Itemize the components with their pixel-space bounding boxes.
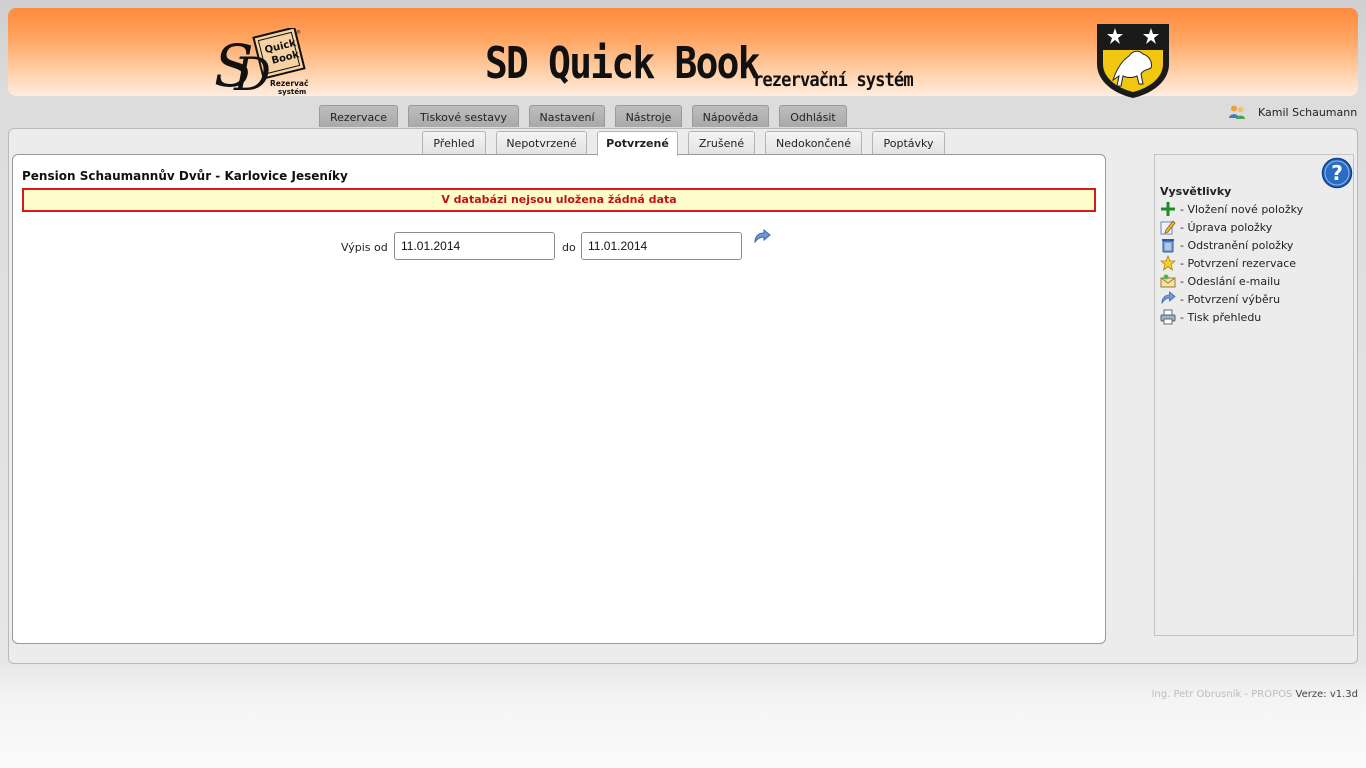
legend-item-edit: - Úprava položky bbox=[1160, 219, 1272, 235]
tab-nastroje[interactable]: Nástroje bbox=[615, 105, 682, 127]
subtab-nepotvrzene[interactable]: Nepotvrzené bbox=[496, 131, 587, 155]
footer: Ing. Petr Obrusník - PROPOS Verze: v1.3d bbox=[1151, 689, 1358, 700]
tab-tiskove-sestavy[interactable]: Tiskové sestavy bbox=[408, 105, 519, 127]
sd-quick-book-logo: Quick Book S D Rezervační systém ® bbox=[214, 28, 308, 98]
coat-of-arms-logo bbox=[1097, 24, 1169, 98]
legend-item-label: - Potvrzení rezervace bbox=[1180, 256, 1297, 270]
app-subtitle: rezervační systém bbox=[753, 69, 914, 91]
tab-napoveda[interactable]: Nápověda bbox=[692, 105, 769, 127]
legend-item-confirm-reservation: - Potvrzení rezervace bbox=[1160, 255, 1296, 271]
date-to-label: do bbox=[562, 241, 576, 254]
trash-icon bbox=[1162, 239, 1174, 253]
help-icon[interactable]: ? bbox=[1321, 157, 1353, 189]
users-icon bbox=[1229, 105, 1245, 119]
date-from-input[interactable] bbox=[394, 232, 555, 260]
legend-item-label: - Odeslání e-mailu bbox=[1180, 274, 1281, 288]
legend-item-label: - Tisk přehledu bbox=[1180, 310, 1262, 324]
footer-author: Ing. Petr Obrusník - PROPOS bbox=[1151, 689, 1293, 700]
legend-item-email: - Odeslání e-mailu bbox=[1160, 273, 1280, 289]
star-icon bbox=[1160, 255, 1176, 271]
header-banner: Quick Book S D Rezervační systém ® SD Qu… bbox=[8, 8, 1358, 98]
plus-icon bbox=[1161, 202, 1175, 216]
main-panel: Pension Schaumannův Dvůr - Karlovice Jes… bbox=[12, 154, 1106, 644]
svg-text:systém: systém bbox=[278, 88, 306, 96]
no-data-message: V databázi nejsou uložena žádná data bbox=[22, 188, 1096, 212]
svg-text:®: ® bbox=[296, 29, 301, 36]
subtab-zrusene[interactable]: Zrušené bbox=[688, 131, 755, 155]
svg-text:?: ? bbox=[1331, 161, 1343, 185]
legend-item-delete: - Odstranění položky bbox=[1160, 237, 1293, 253]
confirm-arrow-icon bbox=[1161, 291, 1176, 305]
legend-item-label: - Odstranění položky bbox=[1180, 238, 1294, 252]
legend-item-insert: - Vložení nové položky bbox=[1160, 201, 1303, 217]
date-to-input[interactable] bbox=[581, 232, 742, 260]
date-range-label: Výpis od bbox=[341, 241, 388, 254]
confirm-selection-icon[interactable] bbox=[752, 229, 772, 247]
pension-title: Pension Schaumannův Dvůr - Karlovice Jes… bbox=[22, 169, 348, 183]
footer-version: Verze: v1.3d bbox=[1295, 689, 1358, 700]
legend-item-label: - Úprava položky bbox=[1180, 220, 1273, 234]
legend-item-label: - Vložení nové položky bbox=[1180, 202, 1304, 216]
subtab-nedokoncene[interactable]: Nedokončené bbox=[765, 131, 862, 155]
user-name: Kamil Schaumann bbox=[1258, 105, 1358, 119]
subtab-prehled[interactable]: Přehled bbox=[422, 131, 486, 155]
subtab-poptavky[interactable]: Poptávky bbox=[872, 131, 945, 155]
print-icon bbox=[1160, 309, 1176, 325]
user-info: Kamil Schaumann bbox=[1228, 102, 1357, 122]
legend-item-label: - Potvrzení výběru bbox=[1180, 292, 1281, 306]
legend-item-confirm-selection: - Potvrzení výběru bbox=[1160, 291, 1280, 307]
legend-item-print: - Tisk přehledu bbox=[1160, 309, 1261, 325]
tab-odhlasit[interactable]: Odhlásit bbox=[779, 105, 847, 127]
subtab-potvrzene[interactable]: Potvrzené bbox=[597, 131, 678, 156]
tab-nastaveni[interactable]: Nastavení bbox=[529, 105, 605, 127]
app-root: Quick Book S D Rezervační systém ® SD Qu… bbox=[0, 0, 1366, 768]
legend-title: Vysvětlivky bbox=[1160, 185, 1232, 198]
legend-panel: ? Vysvětlivky - Vložení nové položky - Ú… bbox=[1154, 154, 1354, 636]
svg-text:D: D bbox=[233, 47, 271, 98]
tab-rezervace[interactable]: Rezervace bbox=[319, 105, 398, 127]
edit-icon bbox=[1160, 220, 1176, 235]
svg-text:Rezervační: Rezervační bbox=[270, 79, 308, 88]
email-icon bbox=[1160, 274, 1176, 288]
app-title: SD Quick Book bbox=[485, 38, 761, 89]
